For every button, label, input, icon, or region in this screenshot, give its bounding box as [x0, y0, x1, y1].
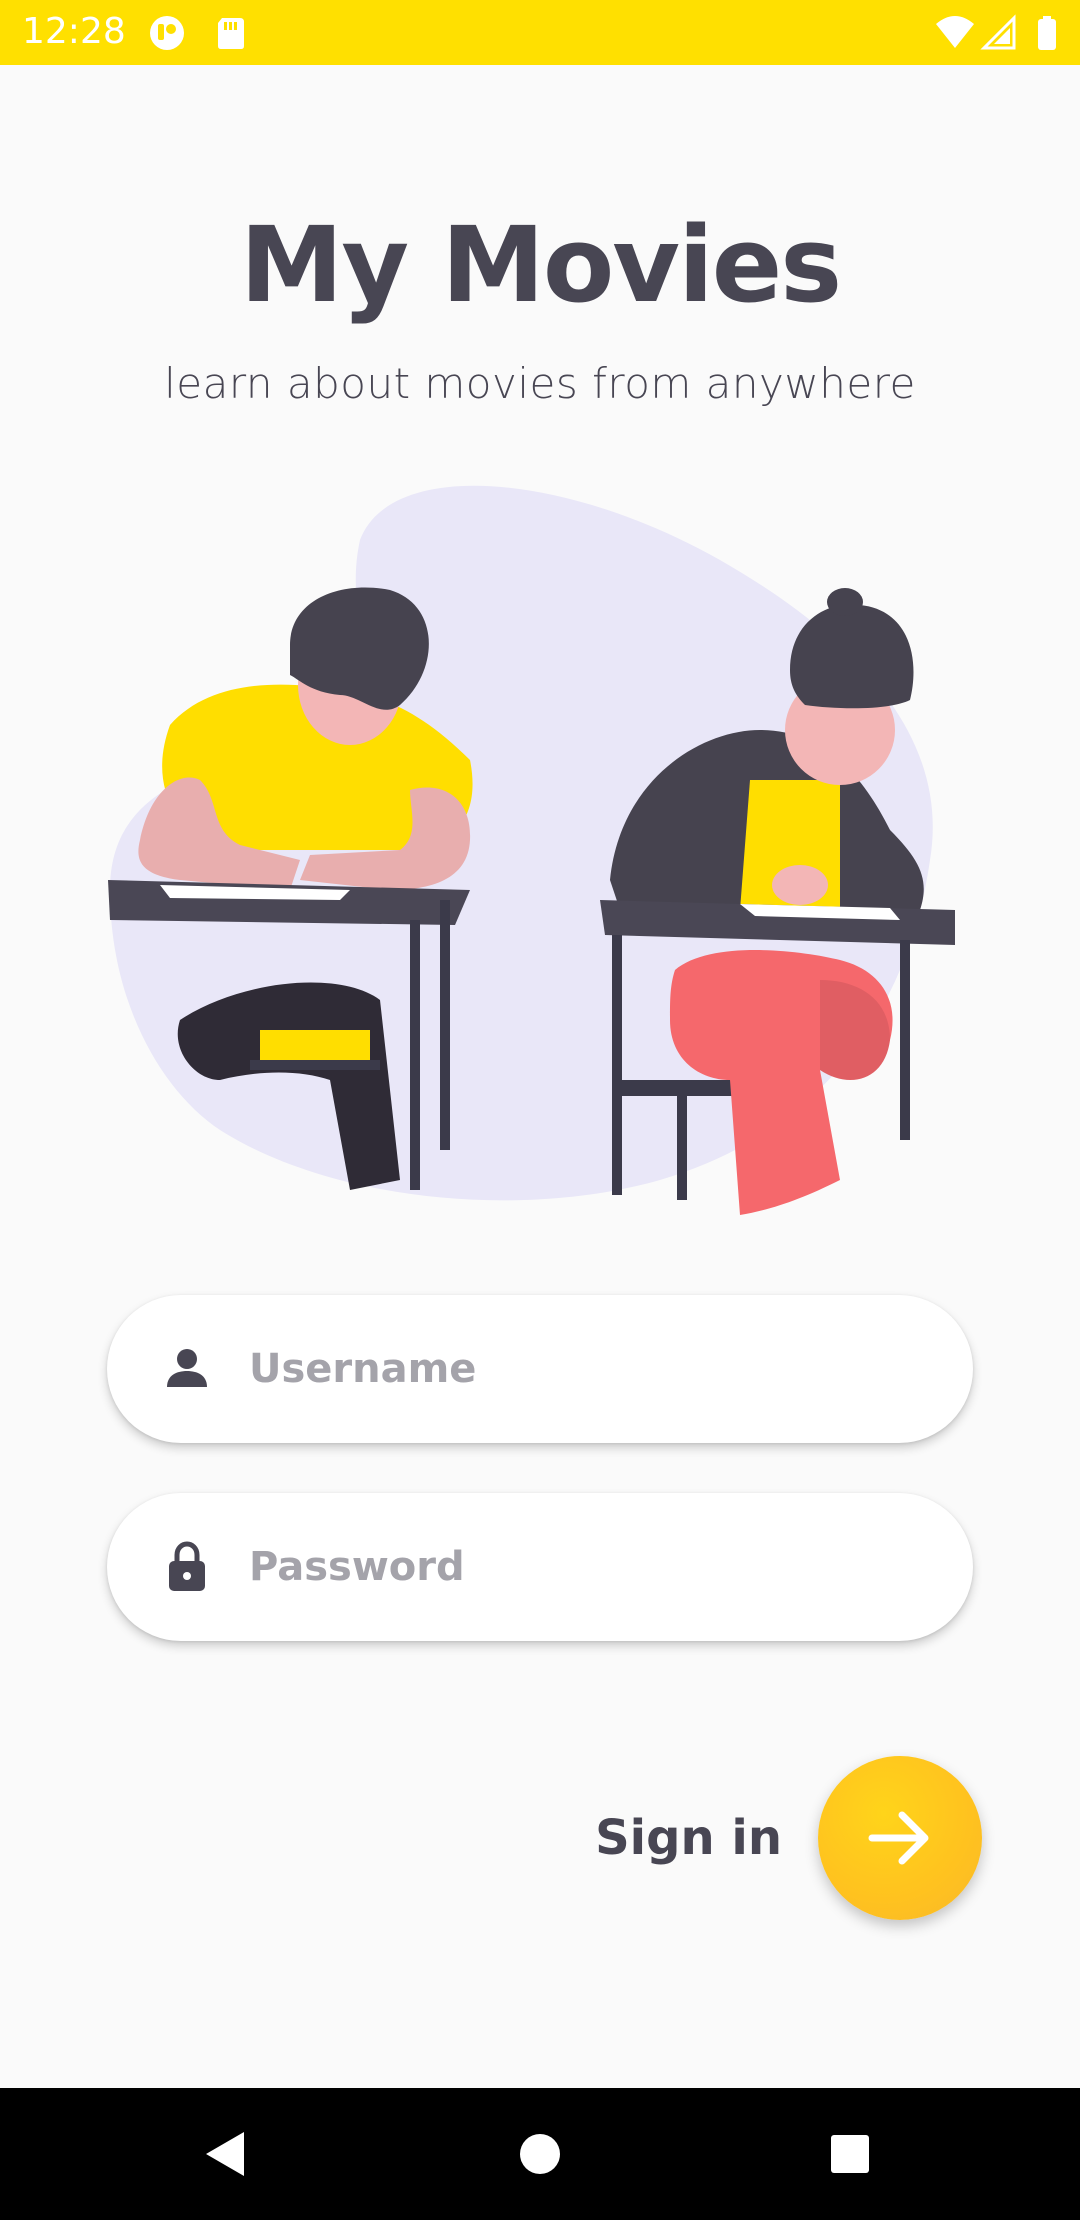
username-input[interactable]	[249, 1295, 939, 1443]
home-icon[interactable]	[510, 2124, 570, 2184]
cell-signal-icon	[980, 14, 1016, 50]
status-bar: 12:28	[0, 0, 1080, 65]
sign-in-button[interactable]	[818, 1756, 982, 1920]
back-icon[interactable]	[196, 2124, 256, 2184]
sd-card-icon	[218, 18, 244, 49]
arrow-right-icon	[868, 1811, 929, 1865]
login-screen: 12:28 My Movies learn about movies from …	[0, 0, 1080, 2220]
username-field-container	[107, 1295, 973, 1443]
recents-icon[interactable]	[820, 2124, 880, 2184]
lock-icon	[169, 1541, 205, 1591]
status-time: 12:28	[22, 11, 126, 52]
wifi-icon	[936, 16, 974, 48]
navigation-bar	[0, 2088, 1080, 2220]
person-icon	[167, 1349, 207, 1387]
battery-icon	[1038, 16, 1056, 50]
password-input[interactable]	[249, 1493, 939, 1641]
app-subtitle: learn about movies from anywhere	[164, 359, 916, 408]
sign-in-label[interactable]: Sign in	[560, 1806, 782, 1870]
password-field-container	[107, 1493, 973, 1641]
notification-app-icon	[150, 16, 184, 50]
app-title: My Movies	[239, 204, 842, 326]
students-writing-illustration	[108, 485, 955, 1215]
